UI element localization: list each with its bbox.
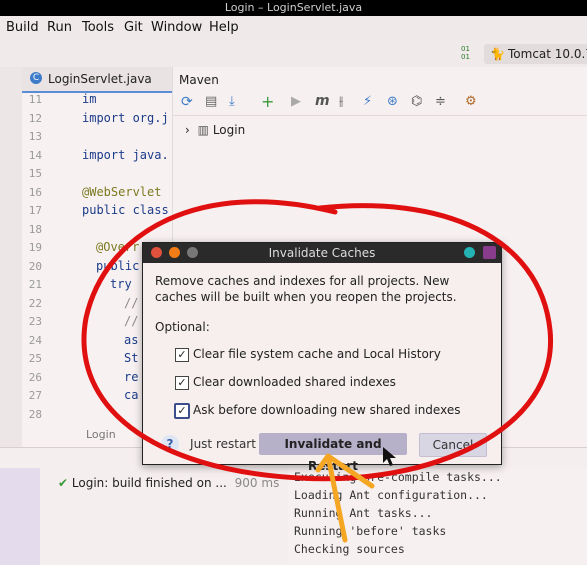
code-line: @Overr	[96, 240, 140, 254]
build-status[interactable]: ✔ Login: build finished on ... 900 ms	[58, 476, 279, 490]
clear-fs-cache-checkbox[interactable]: ✓	[175, 348, 189, 362]
console-line: Loading Ant configuration...	[294, 488, 488, 502]
console-line: Running Ant tasks...	[294, 506, 433, 520]
java-class-icon: C	[30, 72, 42, 84]
check-icon: ✔	[58, 476, 69, 490]
editor-bottom-tab[interactable]: Login	[86, 428, 116, 441]
cancel-button[interactable]: Cancel	[419, 433, 487, 457]
line-number: 11	[28, 93, 42, 106]
line-number: 22	[28, 296, 42, 310]
just-restart-button[interactable]: Just restart	[189, 433, 257, 455]
maven-tree-root[interactable]: › ▥ Login	[185, 123, 245, 137]
code-line: public class	[82, 203, 169, 217]
optional-label: Optional:	[155, 320, 210, 334]
download-icon[interactable]: ⤓	[229, 94, 235, 109]
maven-title: Maven	[179, 73, 219, 87]
line-number: 13	[28, 130, 42, 143]
maximize-icon[interactable]	[187, 247, 198, 258]
line-number: 17	[28, 204, 42, 217]
minimize-icon[interactable]	[169, 247, 180, 258]
line-number: 27	[28, 389, 42, 402]
dialog-message: Remove caches and indexes for all projec…	[155, 274, 457, 304]
line-number: 19	[28, 241, 42, 254]
line-number: 26	[28, 370, 42, 384]
maven-toolbar: ⟳ ▤ ⤓ + ▶ m ⫲ ⚡ ⊛ ⌬ ≑ ⚙	[173, 91, 587, 116]
line-number: 18	[28, 222, 42, 236]
build-console[interactable]: Executing pre-compile tasks... Loading An…	[288, 468, 587, 564]
line-number: 23	[28, 315, 42, 328]
add-icon[interactable]: +	[261, 92, 274, 111]
code-line: im	[82, 92, 97, 106]
folder-icon[interactable]: ▤	[205, 94, 217, 109]
code-line: try	[110, 277, 132, 291]
code-line: import java.	[82, 147, 169, 162]
toggle-offline-icon[interactable]: ⫲	[339, 94, 343, 109]
ask-before-download-label: Ask before downloading new shared indexe…	[193, 403, 461, 417]
app-icon	[483, 246, 496, 259]
code-line: re	[124, 369, 139, 384]
line-number: 14	[28, 148, 42, 162]
window-title: Login – LoginServlet.java	[0, 0, 587, 16]
code-line: import org.j	[82, 110, 169, 125]
help-button[interactable]: ?	[161, 435, 179, 453]
dialog-title-bar: Invalidate Caches	[143, 243, 501, 263]
tree-icon[interactable]: ⌬	[411, 94, 422, 109]
code-line: ca	[124, 388, 139, 402]
maven-goal-icon[interactable]: m	[315, 93, 330, 109]
line-number: 16	[28, 185, 42, 199]
line-number: 24	[28, 333, 42, 347]
line-number: 21	[28, 278, 42, 291]
pin-icon[interactable]	[464, 247, 475, 258]
left-tool-strip	[0, 67, 23, 447]
clear-fs-cache-label: Clear file system cache and Local Histor…	[193, 347, 441, 361]
menu-tools[interactable]: Tools	[82, 20, 114, 35]
run-config-selector[interactable]: 🐈 Tomcat 10.0.7	[484, 44, 587, 64]
ask-before-download-checkbox[interactable]: ✓	[174, 403, 190, 419]
code-line: //	[124, 314, 139, 328]
line-number: 25	[28, 352, 42, 365]
code-line: public	[96, 258, 140, 273]
menu-build[interactable]: Build	[6, 20, 39, 35]
dialog-title: Invalidate Caches	[268, 246, 376, 260]
line-number: 20	[28, 259, 42, 273]
collapse-icon[interactable]: ≑	[435, 94, 446, 109]
binary-icon[interactable]: 01 01	[461, 45, 473, 61]
code-line: St	[124, 351, 139, 365]
expand-chevron-icon[interactable]: ›	[185, 123, 190, 137]
settings-icon[interactable]: ⚙	[465, 94, 477, 109]
menu-git[interactable]: Git	[124, 20, 143, 35]
console-line: Running 'before' tasks	[294, 524, 447, 538]
line-number: 12	[28, 111, 42, 125]
module-icon: ▥	[197, 123, 209, 137]
skip-tests-icon[interactable]: ⚡	[363, 94, 372, 109]
editor-tab[interactable]: C LoginServlet.java	[22, 67, 172, 93]
menu-window[interactable]: Window	[151, 20, 202, 35]
code-line: as	[124, 332, 139, 347]
invalidate-caches-dialog: Invalidate Caches Remove caches and inde…	[142, 242, 502, 473]
code-line: //	[124, 295, 139, 310]
tomcat-icon: 🐈	[490, 47, 505, 61]
invalidate-and-restart-button[interactable]: Invalidate and Restart	[259, 433, 407, 473]
menu-bar: Build Run Tools Git Window Help	[0, 16, 587, 40]
run-icon[interactable]: ▶	[291, 94, 301, 109]
menu-help[interactable]: Help	[209, 20, 239, 35]
show-dependencies-icon[interactable]: ⊛	[387, 94, 398, 109]
clear-shared-indexes-checkbox[interactable]: ✓	[175, 376, 189, 390]
refresh-icon[interactable]: ⟳	[181, 94, 193, 110]
clear-shared-indexes-label: Clear downloaded shared indexes	[193, 375, 396, 389]
build-tree-sidebar	[0, 468, 40, 565]
close-icon[interactable]	[151, 247, 162, 258]
console-line: Checking sources	[294, 542, 405, 556]
code-line: @WebServlet	[82, 184, 162, 199]
line-number: 28	[28, 407, 42, 421]
line-number: 15	[28, 167, 42, 180]
menu-run[interactable]: Run	[47, 20, 72, 35]
